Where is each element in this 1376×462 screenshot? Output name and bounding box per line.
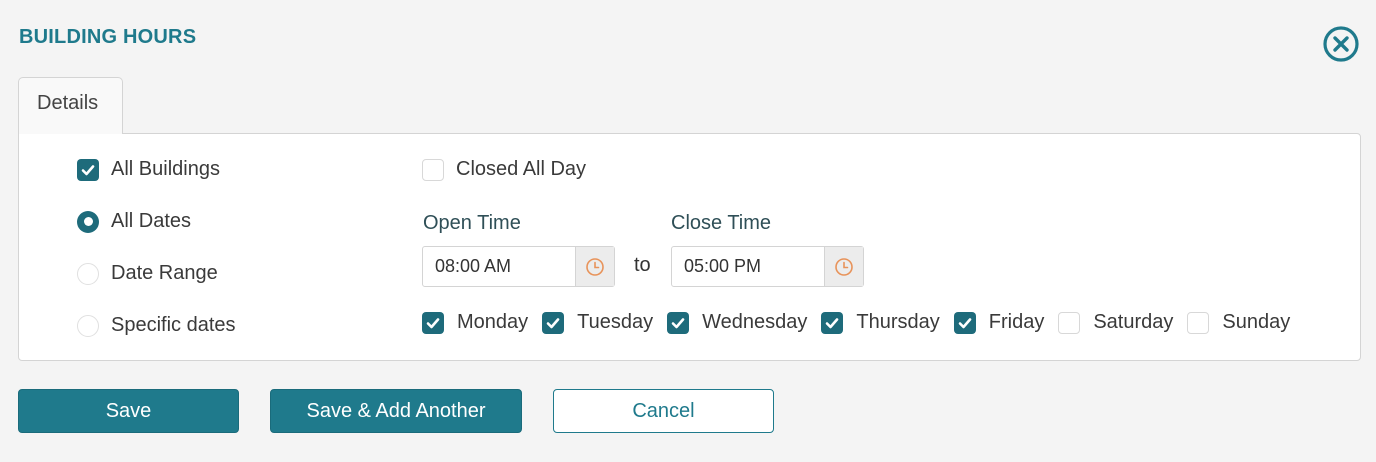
building-hours-dialog: BUILDING HOURS Details All Buildings All…	[0, 0, 1376, 462]
checkbox-checked-icon	[953, 311, 976, 334]
all-buildings-checkbox[interactable]: All Buildings	[77, 158, 220, 181]
day-label: Saturday	[1093, 311, 1174, 333]
open-time-input[interactable]	[423, 247, 575, 286]
day-label: Wednesday	[702, 311, 808, 333]
day-wednesday-checkbox[interactable]: Wednesday	[667, 311, 807, 334]
checkbox-checked-icon	[821, 311, 844, 334]
radio-specific-dates[interactable]: Specific dates	[77, 314, 236, 337]
checkbox-unchecked-icon	[422, 158, 444, 181]
radio-date-range-label: Date Range	[111, 262, 218, 284]
day-label: Tuesday	[577, 311, 654, 333]
checkbox-checked-icon	[77, 158, 99, 181]
cancel-button[interactable]: Cancel	[553, 389, 774, 433]
checkbox-checked-icon	[542, 311, 565, 334]
save-and-add-another-button[interactable]: Save & Add Another	[270, 389, 522, 433]
tab-details[interactable]: Details	[18, 77, 123, 134]
day-sunday-checkbox[interactable]: Sunday	[1187, 311, 1290, 334]
checkbox-checked-icon	[667, 311, 690, 334]
day-friday-checkbox[interactable]: Friday	[953, 311, 1045, 334]
day-label: Friday	[988, 311, 1045, 333]
radio-unselected-icon	[77, 262, 99, 285]
page-title: BUILDING HOURS	[19, 26, 197, 48]
checkbox-unchecked-icon	[1058, 311, 1081, 334]
close-time-picker-button[interactable]	[824, 247, 863, 286]
save-button[interactable]: Save	[18, 389, 239, 433]
radio-date-range[interactable]: Date Range	[77, 262, 218, 285]
radio-selected-icon	[77, 210, 99, 233]
close-time-input[interactable]	[672, 247, 824, 286]
time-separator: to	[634, 254, 651, 276]
checkbox-checked-icon	[422, 311, 444, 334]
all-buildings-label: All Buildings	[111, 158, 220, 180]
day-label: Thursday	[856, 311, 940, 333]
open-time-label: Open Time	[423, 212, 521, 234]
open-time-picker-button[interactable]	[575, 247, 614, 286]
day-label: Monday	[457, 311, 529, 333]
day-thursday-checkbox[interactable]: Thursday	[821, 311, 940, 334]
close-time-field	[671, 246, 864, 287]
day-label: Sunday	[1222, 311, 1291, 333]
open-time-field	[422, 246, 615, 287]
radio-specific-dates-label: Specific dates	[111, 314, 236, 336]
radio-all-dates-label: All Dates	[111, 210, 192, 232]
closed-all-day-label: Closed All Day	[456, 158, 587, 180]
checkbox-unchecked-icon	[1187, 311, 1210, 334]
close-time-label: Close Time	[671, 212, 772, 234]
day-saturday-checkbox[interactable]: Saturday	[1058, 311, 1173, 334]
weekday-selector: Monday Tuesday Wednesday Thursday Friday	[422, 311, 1304, 334]
clock-icon	[586, 257, 604, 276]
close-circle-icon	[1323, 26, 1359, 62]
radio-unselected-icon	[77, 314, 99, 337]
close-button[interactable]	[1322, 25, 1360, 63]
radio-all-dates[interactable]: All Dates	[77, 210, 191, 233]
day-tuesday-checkbox[interactable]: Tuesday	[542, 311, 653, 334]
day-monday-checkbox[interactable]: Monday	[422, 311, 528, 334]
clock-icon	[835, 257, 853, 276]
closed-all-day-checkbox[interactable]: Closed All Day	[422, 158, 586, 181]
